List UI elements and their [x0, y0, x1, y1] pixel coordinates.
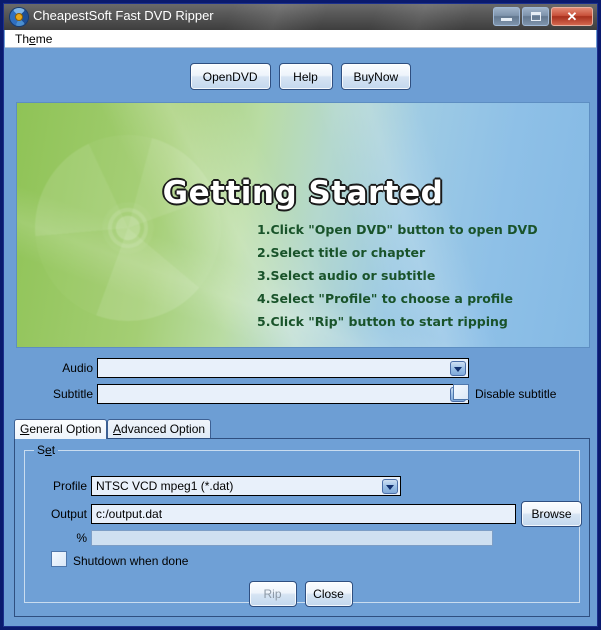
getting-started-steps: 1.Click "Open DVD" button to open DVD 2.… [257, 222, 577, 337]
chevron-down-icon[interactable] [450, 361, 466, 376]
step-4: 4.Select "Profile" to choose a profile [257, 291, 513, 306]
profile-combobox[interactable]: NTSC VCD mpeg1 (*.dat) [91, 476, 401, 496]
chevron-down-icon[interactable] [382, 479, 398, 494]
close-button[interactable]: ✕ [551, 7, 593, 26]
menu-item-theme-label-pre: Th [15, 32, 30, 46]
shutdown-when-done-label: Shutdown when done [73, 554, 189, 568]
rip-button[interactable]: Rip [248, 581, 297, 607]
set-groupbox-legend: Set [34, 443, 59, 457]
window-frame: CheapestSoft Fast DVD Ripper ✕ Theme Ope… [3, 3, 598, 627]
client-area: OpenDVD Help BuyNow Getting Started 1.Cl… [5, 48, 596, 625]
set-legend-accel: e [45, 443, 52, 457]
banner-title: Getting Started [162, 175, 444, 211]
tab-advanced-option[interactable]: Advanced Option [107, 419, 212, 439]
tab-general-option-accel: G [20, 422, 30, 436]
menu-item-theme-accel: e [29, 32, 36, 46]
set-legend-pre: S [37, 443, 46, 457]
dvd-disc-icon [10, 8, 28, 26]
output-label: Output [50, 507, 87, 521]
profile-value: NTSC VCD mpeg1 (*.dat) [96, 479, 234, 493]
tab-advanced-option-label: dvanced Option [121, 422, 206, 436]
subtitle-combobox[interactable] [97, 384, 469, 404]
dvd-disc-watermark [35, 135, 221, 321]
minimize-button[interactable] [493, 7, 520, 26]
tab-advanced-option-accel: A [113, 422, 122, 436]
disable-subtitle-checkbox[interactable] [453, 384, 469, 400]
profile-label: Profile [52, 479, 87, 493]
percent-label: % [76, 531, 87, 545]
step-3: 3.Select audio or subtitle [257, 268, 436, 283]
menu-item-theme[interactable]: Theme [13, 32, 54, 46]
window-controls: ✕ [493, 7, 593, 26]
maximize-icon [531, 12, 541, 21]
tab-general-option[interactable]: General Option [14, 419, 108, 439]
audio-label: Audio [62, 361, 93, 375]
browse-button[interactable]: Browse [521, 501, 582, 527]
set-legend-post: t [51, 443, 56, 457]
shutdown-when-done-checkbox[interactable] [51, 551, 67, 567]
getting-started-banner: Getting Started 1.Click "Open DVD" butto… [16, 102, 590, 348]
application-window: CheapestSoft Fast DVD Ripper ✕ Theme Ope… [0, 0, 601, 630]
rip-progress-bar [91, 530, 493, 546]
step-5: 5.Click "Rip" button to start ripping [257, 314, 508, 329]
help-button[interactable]: Help [278, 63, 333, 90]
step-1: 1.Click "Open DVD" button to open DVD [257, 222, 538, 237]
menu-item-theme-label-post: me [35, 32, 53, 46]
buy-now-button[interactable]: BuyNow [340, 63, 412, 90]
audio-combobox[interactable] [97, 358, 469, 378]
tab-general-option-label: eneral Option [29, 422, 102, 436]
open-dvd-button[interactable]: OpenDVD [189, 63, 271, 90]
title-bar[interactable]: CheapestSoft Fast DVD Ripper ✕ [4, 4, 597, 30]
footer-buttons: Rip Close [5, 581, 596, 607]
output-path-value: c:/output.dat [96, 507, 163, 521]
close-icon: ✕ [566, 9, 578, 24]
close-window-button[interactable]: Close [304, 581, 353, 607]
subtitle-label: Subtitle [52, 387, 93, 401]
disable-subtitle-label: Disable subtitle [475, 387, 557, 401]
step-2: 2.Select title or chapter [257, 245, 426, 260]
minimize-icon [501, 18, 512, 21]
toolbar: OpenDVD Help BuyNow [5, 63, 596, 90]
window-title: CheapestSoft Fast DVD Ripper [33, 8, 214, 23]
output-path-input[interactable]: c:/output.dat [91, 504, 516, 524]
menu-bar: Theme [5, 30, 596, 48]
maximize-button[interactable] [522, 7, 549, 26]
